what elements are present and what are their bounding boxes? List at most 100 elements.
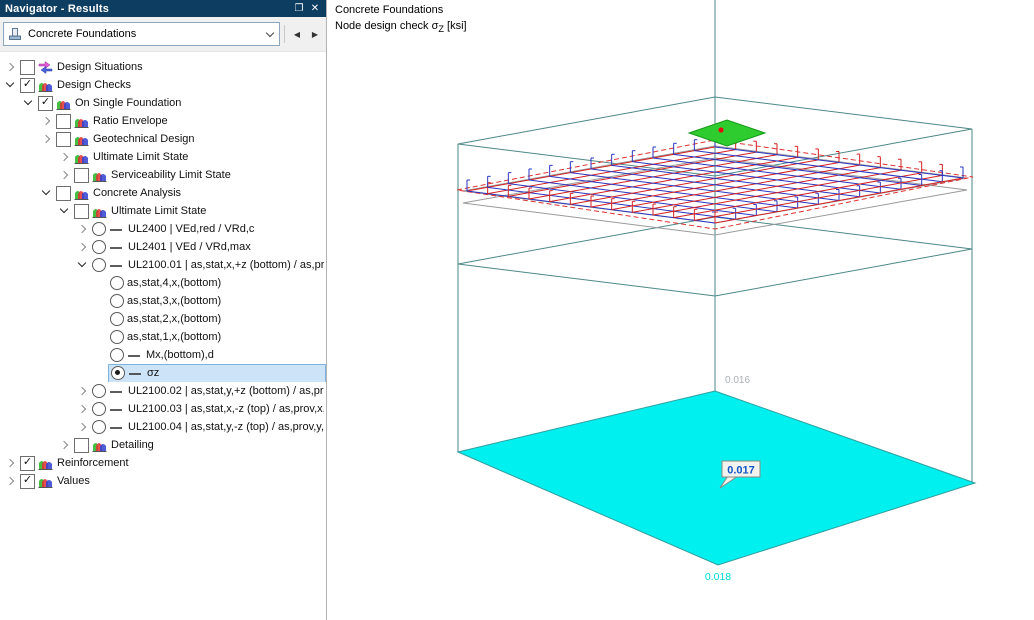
radio-button[interactable] [92,420,106,434]
checkbox[interactable]: ✓ [20,77,35,93]
tree-item[interactable]: Detailing [0,436,326,454]
checkbox[interactable] [74,437,89,453]
radio-button[interactable] [110,294,124,308]
radio-button[interactable] [110,348,124,362]
tree-item[interactable]: UL2401 | VEd / VRd,max [0,238,326,256]
collapse-icon[interactable] [76,258,90,272]
checkbox[interactable] [74,167,89,183]
results-icon [74,186,90,200]
tree-item[interactable]: UL2100.01 | as,stat,x,+z (bottom) / as,p… [0,256,326,274]
tree-item[interactable]: as,stat,1,x,(bottom) [0,328,326,346]
radio-button[interactable] [92,240,106,254]
close-icon[interactable]: ✕ [307,1,323,16]
scene-canvas[interactable]: 0.016 0.017 0.018 [327,0,1034,620]
checkbox[interactable] [56,113,71,129]
tree-item[interactable]: ✓ Values [0,472,326,490]
collapse-icon[interactable] [22,96,36,110]
tree-item[interactable]: UL2400 | VEd,red / VRd,c [0,220,326,238]
checkbox[interactable] [56,131,71,147]
viewport-header: Concrete Foundations Node design check σ… [335,2,467,37]
collapse-icon[interactable] [58,204,72,218]
tree-item[interactable]: as,stat,4,x,(bottom) [0,274,326,292]
checkbox[interactable] [74,203,89,219]
tree-item-label: UL2400 | VEd,red / VRd,c [128,223,255,235]
tree-item[interactable]: Ultimate Limit State [0,202,326,220]
radio-button[interactable] [110,276,124,290]
panel-titlebar[interactable]: Navigator - Results ❐ ✕ [0,0,326,17]
tree-item[interactable]: Concrete Analysis [0,184,326,202]
tree-item-label: Reinforcement [57,457,129,469]
tree-item-label: On Single Foundation [75,97,182,109]
dash-icon [109,420,125,434]
checkbox[interactable]: ✓ [20,455,35,471]
radio-button[interactable] [92,384,106,398]
expand-icon[interactable] [4,456,18,470]
tree-item[interactable]: Ultimate Limit State [0,148,326,166]
radio-button[interactable] [110,312,124,326]
tree-item[interactable]: Design Situations [0,58,326,76]
tree-item[interactable]: as,stat,3,x,(bottom) [0,292,326,310]
tree-item[interactable]: UL2100.04 | as,stat,y,-z (top) / as,prov… [0,418,326,436]
expand-icon[interactable] [76,240,90,254]
tree-item-label: UL2100.01 | as,stat,x,+z (bottom) / as,p… [128,259,324,271]
tree-item-label: Geotechnical Design [93,133,195,145]
checkbox[interactable]: ✓ [20,473,35,489]
radio-button[interactable] [92,258,106,272]
expand-icon[interactable] [58,168,72,182]
tree-item[interactable]: Mx,(bottom),d [0,346,326,364]
checkbox[interactable]: ✓ [38,95,53,111]
radio-button[interactable] [92,402,106,416]
tree-item-label: Serviceability Limit State [111,169,231,181]
results-icon [38,78,54,92]
results-combobox[interactable]: Concrete Foundations [3,22,280,46]
toolbar-separator [284,25,285,43]
viewport-title: Concrete Foundations [335,4,444,16]
checkbox[interactable] [20,59,35,75]
tree-item-label: Ultimate Limit State [111,205,207,217]
collapse-icon[interactable] [4,78,18,92]
tree-item[interactable]: as,stat,2,x,(bottom) [0,310,326,328]
tree-item-label: Design Checks [57,79,131,91]
expand-icon[interactable] [76,384,90,398]
radio-button[interactable] [92,222,106,236]
expand-icon[interactable] [58,150,72,164]
navigator-toolbar: Concrete Foundations ◀ ▶ [0,17,326,52]
expand-icon[interactable] [76,222,90,236]
radio-button[interactable] [110,330,124,344]
expand-icon[interactable] [4,60,18,74]
collapse-icon[interactable] [40,186,54,200]
checkbox[interactable] [56,185,71,201]
expand-icon[interactable] [76,420,90,434]
tree-item[interactable]: UL2100.02 | as,stat,y,+z (bottom) / as,p… [0,382,326,400]
tree-item[interactable]: ✓ Reinforcement [0,454,326,472]
tree-item[interactable]: Geotechnical Design [0,130,326,148]
tree-item[interactable]: Ratio Envelope [0,112,326,130]
tree-item[interactable]: σz [0,364,326,382]
tree-item[interactable]: Serviceability Limit State [0,166,326,184]
chevron-down-icon[interactable] [265,29,275,39]
node-marker [718,127,724,133]
tree-item[interactable]: ✓ Design Checks [0,76,326,94]
float-window-icon[interactable]: ❐ [291,1,307,16]
results-icon [56,96,72,110]
expand-icon[interactable] [4,474,18,488]
radio-button[interactable] [111,366,125,380]
combobox-value: Concrete Foundations [28,28,137,40]
model-viewport[interactable]: Concrete Foundations Node design check σ… [327,0,1034,620]
navigator-results-panel: Navigator - Results ❐ ✕ Concrete Foundat… [0,0,327,620]
next-result-button[interactable]: ▶ [307,24,323,44]
expand-icon[interactable] [40,132,54,146]
expand-icon[interactable] [76,402,90,416]
tree-item[interactable]: UL2100.03 | as,stat,x,-z (top) / as,prov… [0,400,326,418]
subtitle-text: Node design check σ [335,20,439,32]
tree-item[interactable]: ✓ On Single Foundation [0,94,326,112]
expand-icon[interactable] [40,114,54,128]
panel-title: Navigator - Results [5,2,110,15]
tree-item-label: Design Situations [57,61,143,73]
expand-icon[interactable] [58,438,72,452]
previous-result-button[interactable]: ◀ [289,24,305,44]
